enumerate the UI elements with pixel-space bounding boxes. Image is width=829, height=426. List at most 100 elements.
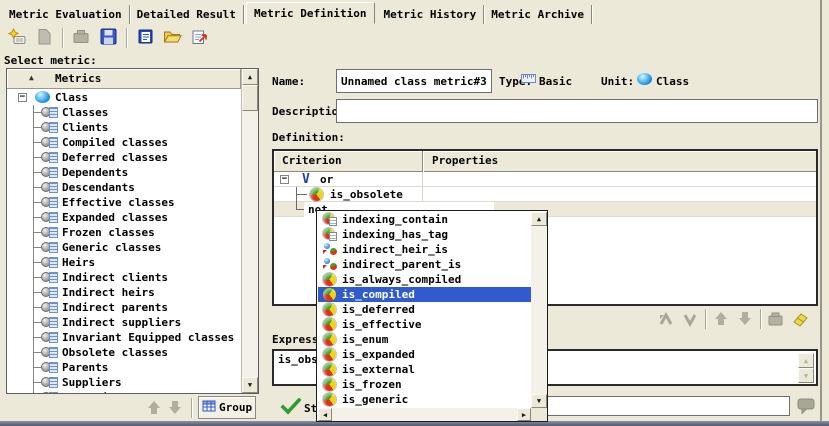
- tree-item[interactable]: Classes: [7, 105, 241, 120]
- criterion-pie-icon: [323, 333, 336, 346]
- scroll-up-icon[interactable]: ▲: [242, 69, 258, 85]
- metric-icon: [41, 361, 60, 374]
- scroll-down-icon[interactable]: ▼: [531, 394, 547, 408]
- new-metric-button[interactable]: [6, 27, 28, 49]
- tab-metric-evaluation[interactable]: Metric Evaluation: [2, 5, 130, 24]
- tree-connector: [296, 194, 307, 195]
- copy-metric-button[interactable]: [33, 27, 55, 49]
- column-divider[interactable]: [422, 151, 423, 172]
- tree-item[interactable]: Effective classes: [7, 195, 241, 210]
- tab-metric-definition[interactable]: Metric Definition: [246, 2, 375, 24]
- dropdown-item[interactable]: is_always_compiled: [318, 272, 531, 287]
- insert-and-criterion-button[interactable]: [654, 310, 678, 328]
- metric-icon: [41, 106, 60, 119]
- delete-metric-button[interactable]: [70, 27, 92, 49]
- tree-item[interactable]: Indirect heirs: [7, 285, 241, 300]
- tree-item[interactable]: Parents: [7, 360, 241, 375]
- tree-item[interactable]: Suppliers: [7, 375, 241, 390]
- metric-icon: [41, 181, 60, 194]
- move-criterion-down-button[interactable]: [733, 310, 757, 328]
- scrollbar-thumb[interactable]: [242, 85, 258, 111]
- tree-item-class[interactable]: −Class: [7, 90, 241, 105]
- comment-bubble-icon[interactable]: [797, 398, 816, 417]
- tree-item[interactable]: Generic classes: [7, 240, 241, 255]
- metric-toolbar: [6, 26, 210, 50]
- or-operator-icon: V: [302, 172, 310, 187]
- class-unit-icon: [637, 73, 652, 85]
- erase-criterion-button[interactable]: [788, 310, 812, 328]
- metric-icon: [41, 316, 60, 329]
- tree-item[interactable]: Deferred classes: [7, 150, 241, 165]
- move-metric-down-button[interactable]: [166, 399, 184, 416]
- dropdown-item[interactable]: indexing_has_tag: [318, 227, 531, 242]
- dropdown-item[interactable]: indirect_parent_is: [318, 257, 531, 272]
- dropdown-item[interactable]: is_frozen: [318, 377, 531, 392]
- criterion-pie-icon: [323, 288, 336, 301]
- scroll-down-icon[interactable]: ▼: [242, 377, 258, 393]
- insert-or-criterion-button[interactable]: [678, 310, 702, 328]
- name-label: Name:: [272, 75, 305, 88]
- tree-item[interactable]: Clients: [7, 120, 241, 135]
- criterion-column-header[interactable]: Criterion: [282, 154, 342, 167]
- criterion-pie-icon: [323, 273, 336, 286]
- scroll-right-icon[interactable]: ▶: [517, 408, 531, 421]
- import-metrics-icon: [137, 28, 154, 48]
- dropdown-item[interactable]: is_generic: [318, 392, 531, 407]
- indexing-criterion-icon: [323, 228, 337, 241]
- group-toggle-button[interactable]: Group: [198, 396, 256, 419]
- tree-item-clipped[interactable]: Uncompiled classes: [7, 390, 241, 393]
- properties-column-header[interactable]: Properties: [432, 154, 498, 167]
- dropdown-horizontal-scrollbar[interactable]: ◀ ▶: [318, 408, 531, 421]
- actions-separator: [760, 309, 761, 329]
- tree-item[interactable]: Dependents: [7, 165, 241, 180]
- tree-item[interactable]: Expanded classes: [7, 210, 241, 225]
- dropdown-item[interactable]: is_deferred: [318, 302, 531, 317]
- tab-detailed-result[interactable]: Detailed Result: [130, 5, 244, 24]
- dropdown-vertical-scrollbar[interactable]: ▲ ▼: [531, 212, 547, 408]
- tree-item[interactable]: Compiled classes: [7, 135, 241, 150]
- scroll-left-icon[interactable]: ◀: [318, 408, 332, 421]
- collapse-icon[interactable]: −: [280, 175, 289, 184]
- tree-scrollbar[interactable]: ▲ ▼: [241, 69, 258, 393]
- criterion-row-is-obsolete[interactable]: is_obsolete: [274, 187, 816, 202]
- dropdown-item[interactable]: is_expanded: [318, 347, 531, 362]
- dropdown-item[interactable]: is_enum: [318, 332, 531, 347]
- tab-metric-history[interactable]: Metric History: [377, 5, 485, 24]
- move-metric-up-button[interactable]: [145, 399, 163, 416]
- tree-column-header[interactable]: ▲ Metrics: [7, 69, 241, 89]
- criterion-row-or[interactable]: − V or: [274, 172, 816, 187]
- tree-item[interactable]: Heirs: [7, 255, 241, 270]
- scroll-up-icon[interactable]: ▲: [798, 353, 814, 368]
- toolbar-separator: [126, 28, 127, 48]
- metric-icon: [41, 331, 60, 344]
- scroll-down-icon[interactable]: ▼: [798, 368, 814, 383]
- tree-item[interactable]: Indirect suppliers: [7, 315, 241, 330]
- tree-item[interactable]: Invariant Equipped classes: [7, 330, 241, 345]
- delete-metric-icon: [72, 29, 91, 47]
- tree-connector: [296, 187, 297, 210]
- tab-metric-archive[interactable]: Metric Archive: [484, 5, 592, 24]
- dropdown-item[interactable]: is_external: [318, 362, 531, 377]
- name-input[interactable]: [336, 69, 492, 93]
- eraser-icon: [790, 311, 810, 327]
- dropdown-item[interactable]: indirect_heir_is: [318, 242, 531, 257]
- description-label: Description: [272, 105, 345, 118]
- tree-item[interactable]: Descendants: [7, 180, 241, 195]
- export-metrics-button[interactable]: [188, 27, 210, 49]
- dropdown-item[interactable]: is_effective: [318, 317, 531, 332]
- delete-criterion-button[interactable]: [764, 310, 788, 328]
- tree-item[interactable]: Indirect clients: [7, 270, 241, 285]
- tree-item[interactable]: Frozen classes: [7, 225, 241, 240]
- dropdown-item[interactable]: indexing_contain: [318, 212, 531, 227]
- save-metric-button[interactable]: [97, 27, 119, 49]
- scroll-up-icon[interactable]: ▲: [531, 212, 547, 226]
- open-metric-file-button[interactable]: [161, 27, 183, 49]
- tree-item[interactable]: Obsolete classes: [7, 345, 241, 360]
- tree-item[interactable]: Indirect parents: [7, 300, 241, 315]
- move-criterion-up-button[interactable]: [709, 310, 733, 328]
- description-input[interactable]: [336, 99, 818, 123]
- metric-tree: −Class Classes Clients Compiled classes …: [7, 89, 241, 393]
- dropdown-item-selected[interactable]: is_compiled: [318, 287, 531, 302]
- import-metrics-button[interactable]: [134, 27, 156, 49]
- collapse-icon[interactable]: −: [18, 93, 27, 102]
